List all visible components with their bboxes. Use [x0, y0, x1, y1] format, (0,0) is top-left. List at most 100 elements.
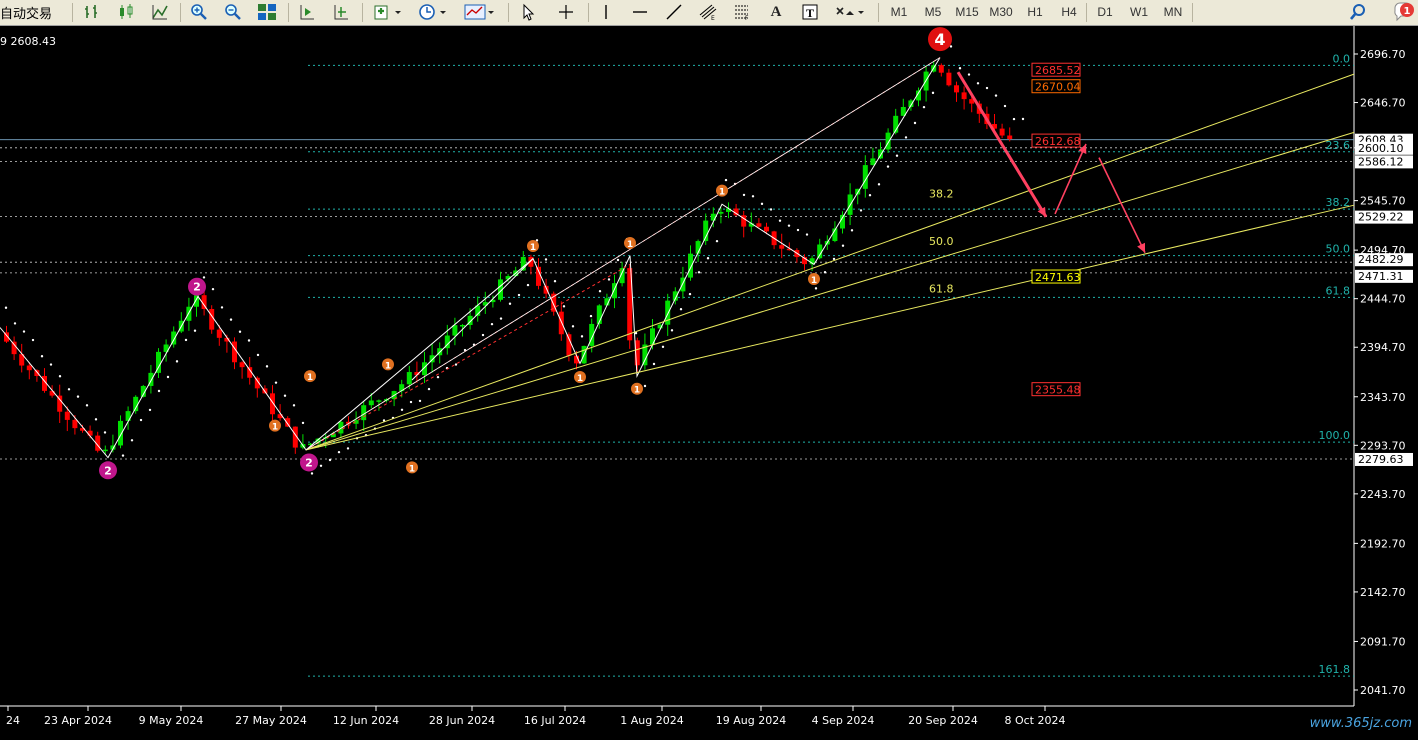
sar-dot [688, 292, 692, 296]
tile-windows-icon[interactable] [255, 2, 279, 22]
candle-body [368, 400, 374, 406]
zoom-out-icon[interactable] [221, 2, 245, 22]
vertical-line-icon[interactable] [594, 2, 618, 22]
search-icon[interactable] [1346, 2, 1370, 22]
chart-shift-icon[interactable] [329, 2, 353, 22]
fib-level-label: 100.0 [1319, 429, 1351, 442]
price-marker-label: 2482.29 [1358, 253, 1404, 266]
price-marker-label: 2600.10 [1358, 142, 1404, 155]
sar-dot [202, 276, 206, 279]
trendline-icon[interactable] [662, 2, 686, 22]
sar-dot [760, 202, 764, 206]
date-tick-label: 9 May 2024 [139, 714, 204, 727]
sar-dot [454, 363, 458, 366]
wave-mark-label: 2 [104, 464, 112, 477]
chart-background [0, 26, 1418, 732]
sar-dot [49, 363, 53, 366]
periods-dropdown-icon[interactable] [414, 2, 452, 22]
sar-dot [751, 195, 755, 198]
timeframe-m1[interactable]: M1 [884, 2, 914, 22]
sar-dot [949, 45, 953, 48]
templates-dropdown-icon[interactable] [460, 2, 500, 22]
sar-dot [814, 287, 818, 290]
timeframe-m15[interactable]: M15 [952, 2, 982, 22]
candle-body [452, 325, 458, 336]
line-chart-icon[interactable] [148, 2, 172, 22]
candle-body [49, 390, 55, 396]
timeframe-h4[interactable]: H4 [1054, 2, 1084, 22]
sar-dot [913, 121, 917, 125]
sar-dot [805, 233, 809, 236]
toolbar-separator [508, 3, 509, 22]
cursor-arrow-icon[interactable] [516, 2, 540, 22]
sar-dot [436, 375, 440, 379]
candlestick-icon[interactable] [114, 2, 138, 22]
text-tool-icon[interactable]: A [764, 2, 788, 22]
zoom-in-icon[interactable] [187, 2, 211, 22]
sar-dot [283, 394, 287, 397]
sar-dot [607, 278, 611, 281]
sar-dot [76, 395, 80, 398]
timeframe-m5[interactable]: M5 [918, 2, 948, 22]
current-price-label: 9 2608.43 [0, 35, 56, 48]
indicators-dropdown-icon[interactable] [369, 2, 407, 22]
price-label-text: 2471.63 [1035, 271, 1081, 284]
sar-dot [13, 322, 17, 325]
timeframe-m30[interactable]: M30 [986, 2, 1016, 22]
crosshair-icon[interactable] [554, 2, 578, 22]
sar-dot [886, 165, 890, 168]
candle-body [87, 430, 93, 436]
auto-trading-label[interactable]: 自动交易 [0, 3, 52, 22]
sar-dot [211, 287, 215, 291]
candle-body [999, 128, 1005, 136]
timeframe-h1[interactable]: H1 [1020, 2, 1050, 22]
bar-chart-icon[interactable] [80, 2, 104, 22]
sar-dot [976, 82, 980, 85]
price-marker-label: 2279.63 [1358, 453, 1404, 466]
sar-dot [598, 290, 602, 293]
toolbar-separator [1192, 3, 1193, 22]
timeframe-mn[interactable]: MN [1158, 2, 1188, 22]
sar-dot [643, 384, 647, 388]
sar-dot [103, 431, 107, 434]
sar-dot [967, 73, 971, 76]
candle-body [688, 253, 693, 278]
candle-body [64, 411, 70, 420]
candle-body [718, 211, 724, 214]
arrows-dropdown-icon[interactable] [830, 2, 870, 22]
price-tick-label: 2696.70 [1360, 48, 1406, 61]
price-chart[interactable]: 0.023.638.250.061.8100.0161.838.250.061.… [0, 26, 1418, 732]
sar-dot [346, 447, 350, 450]
sar-dot [40, 355, 44, 358]
sar-dot [508, 302, 512, 305]
date-tick-label: 8 Oct 2024 [1004, 714, 1065, 727]
swing-mark-label: 1 [385, 361, 391, 371]
sar-dot [130, 439, 134, 442]
timeframe-w1[interactable]: W1 [1124, 2, 1154, 22]
sar-dot [571, 325, 575, 328]
sar-dot [310, 472, 314, 475]
sar-dot [229, 318, 233, 321]
sar-dot [526, 283, 530, 287]
text-label-icon[interactable]: T [798, 2, 822, 22]
timeframe-d1[interactable]: D1 [1090, 2, 1120, 22]
swing-mark-label: 1 [307, 373, 313, 383]
sar-dot [877, 183, 881, 186]
sar-dot [166, 375, 170, 379]
price-tick-label: 2343.70 [1360, 391, 1406, 404]
sar-dot [4, 306, 8, 309]
horizontal-line-icon[interactable] [628, 2, 652, 22]
sar-dot [94, 418, 98, 421]
sar-dot [517, 293, 521, 297]
equidistant-channel-icon[interactable]: E [696, 2, 722, 22]
auto-scroll-icon[interactable] [295, 2, 319, 22]
sar-dot [256, 353, 260, 357]
candle-body [764, 226, 769, 232]
notifications-icon[interactable]: 1 [1393, 2, 1414, 22]
sar-dot [931, 91, 935, 95]
candle-body [779, 245, 785, 249]
fibonacci-retracement-icon[interactable]: F [730, 2, 754, 22]
candle-body [216, 329, 222, 338]
price-marker-label: 2529.22 [1358, 211, 1404, 224]
sar-dot [22, 330, 26, 333]
